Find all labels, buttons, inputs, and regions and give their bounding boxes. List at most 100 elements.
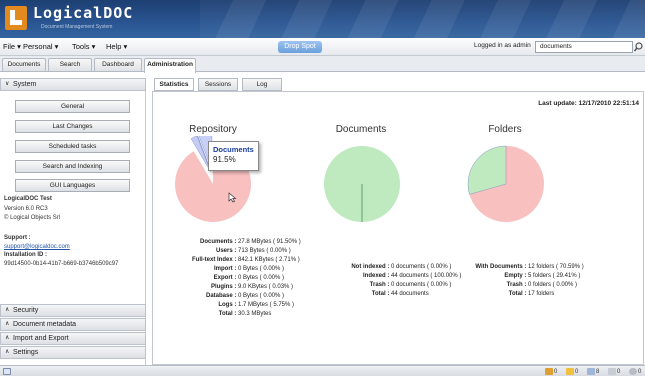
stat-label: Database : [205,293,238,299]
chevron-up-icon: ∧ [5,349,10,355]
chevron-up-icon: ∧ [5,307,10,313]
stat-label: With Documents : [475,264,528,270]
lock-icon [545,368,553,375]
section-import-export-header[interactable]: ∧ Import and Export [0,332,146,345]
installation-id: 99d14500-0b14-41b7-b669-b3746b509c97 [4,261,119,267]
tab-log[interactable]: Log [242,78,282,91]
mail-icon [608,368,616,375]
app-header: LogicalDOC Document Management System [0,0,645,38]
mouse-cursor-icon [228,192,237,203]
section-settings-header[interactable]: ∧ Settings [0,346,146,359]
last-update-label: Last update: 12/17/2010 22:51:14 [538,100,639,107]
statistics-content: Last update: 12/17/2010 22:51:14 Reposit… [152,91,644,365]
menu-file[interactable]: File ▾ [3,42,21,51]
stat-value: 0 Bytes ( 0.00% ) [238,293,285,299]
tab-dashboard[interactable]: Dashboard [94,58,142,71]
installation-id-label: Installation ID : [4,252,48,258]
status-subscriptions[interactable]: 8 [587,368,599,375]
stat-label: Import : [214,266,238,272]
stat-row: Users : 713 Bytes ( 0.00% ) [216,248,291,254]
app-subtitle: Document Management System [41,24,113,30]
statistics-panel: Statistics Sessions Log Last update: 12/… [148,78,645,365]
stat-label: Trash : [369,282,391,288]
product-version: Version 6.0 RC3 [4,206,48,212]
repository-chart-title: Repository [189,124,237,135]
search-input[interactable]: documents [535,41,633,53]
stat-value: 842.1 KBytes ( 2.71% ) [238,257,300,263]
stat-row: Total : 17 folders [509,291,555,297]
admin-sidebar: ∨ System General Last Changes Scheduled … [0,78,146,365]
status-count: 0 [617,369,621,376]
copyright: © Logical Objects Srl [4,215,61,221]
section-import-export-label: Import and Export [13,335,69,342]
stat-row: Database : 0 Bytes ( 0.00% ) [206,293,284,299]
stat-label: Total : [508,291,528,297]
status-locked-docs[interactable]: 0 [545,368,557,375]
stat-label: Total : [218,311,238,317]
stat-row: Indexed : 44 documents ( 100.00% ) [363,273,461,279]
chevron-down-icon: ∨ [5,81,10,87]
stat-label: Full-text Index : [191,257,238,263]
stat-value: 0 folders ( 0.00% ) [528,282,578,288]
stat-label: Documents : [199,239,238,245]
tab-statistics[interactable]: Statistics [154,78,194,91]
tooltip-value: 91.5% [213,155,236,164]
section-system-header[interactable]: ∨ System [0,78,146,91]
product-name: LogicalDOC Test [4,196,52,202]
stat-value: 5 folders ( 29.41% ) [528,273,581,279]
menu-help[interactable]: Help ▾ [106,42,127,51]
search-icon[interactable] [633,41,644,53]
stat-row: Total : 30.3 MBytes [219,311,272,317]
section-document-metadata-header[interactable]: ∧ Document metadata [0,318,146,331]
edit-icon [566,368,574,375]
header-decoration [200,0,645,38]
stat-row: Documents : 27.8 MBytes ( 91.50% ) [200,239,301,245]
gear-icon [629,368,637,375]
section-security-label: Security [13,307,39,314]
general-button[interactable]: General [15,100,130,113]
stat-value: 44 documents ( 100.00% ) [391,273,462,279]
last-changes-button[interactable]: Last Changes [15,120,130,133]
section-security-header[interactable]: ∧ Security [0,304,146,317]
tab-documents[interactable]: Documents [2,58,46,71]
drop-spot-button[interactable]: Drop Spot [278,41,322,53]
stat-value: 9.0 KBytes ( 0.03% ) [238,284,294,290]
status-icon [3,368,12,375]
section-settings-label: Settings [13,349,39,356]
stat-label: Indexed : [362,273,391,279]
support-label: Support : [4,235,31,241]
stat-label: Empty : [504,273,528,279]
chart-tooltip: Documents 91.5% [208,141,259,171]
stat-value: 0 Bytes ( 0.00% ) [238,275,285,281]
stat-row: Trash : 0 folders ( 0.00% ) [507,282,577,288]
stat-value: 44 documents [391,291,429,297]
stat-value: 27.8 MBytes ( 91.50% ) [238,239,301,245]
support-link[interactable]: support@logicaldoc.com [4,244,70,250]
stat-row: Not indexed : 0 documents ( 0.00% ) [351,264,451,270]
tab-search[interactable]: Search [48,58,92,71]
app-name: LogicalDOC [33,4,134,22]
stat-label: Trash : [506,282,528,288]
gui-languages-button[interactable]: GUI Languages [15,179,130,192]
menu-personal[interactable]: Personal ▾ [23,42,58,51]
menu-bar: File ▾ Personal ▾ Tools ▾ Help ▾ Drop Sp… [0,38,645,56]
status-count: 0 [554,369,558,376]
status-checked-out[interactable]: 0 [566,368,578,375]
status-count: 8 [596,369,600,376]
stat-row: Import : 0 Bytes ( 0.00% ) [214,266,284,272]
stat-row: Trash : 0 documents ( 0.00% ) [370,282,452,288]
stat-value: 0 documents ( 0.00% ) [391,282,452,288]
logo-icon [5,6,27,30]
stat-row: Empty : 5 folders ( 29.41% ) [504,273,580,279]
stat-value: 30.3 MBytes [238,311,272,317]
status-events[interactable]: 0 [629,368,641,375]
status-count: 0 [575,369,579,376]
search-indexing-button[interactable]: Search and Indexing [15,160,130,173]
stat-value: 0 documents ( 0.00% ) [391,264,452,270]
status-messages[interactable]: 0 [608,368,620,375]
menu-tools[interactable]: Tools ▾ [72,42,95,51]
tab-sessions[interactable]: Sessions [198,78,238,91]
scheduled-tasks-button[interactable]: Scheduled tasks [15,140,130,153]
stat-value: 0 Bytes ( 0.00% ) [238,266,285,272]
tab-administration[interactable]: Administration [144,58,196,73]
